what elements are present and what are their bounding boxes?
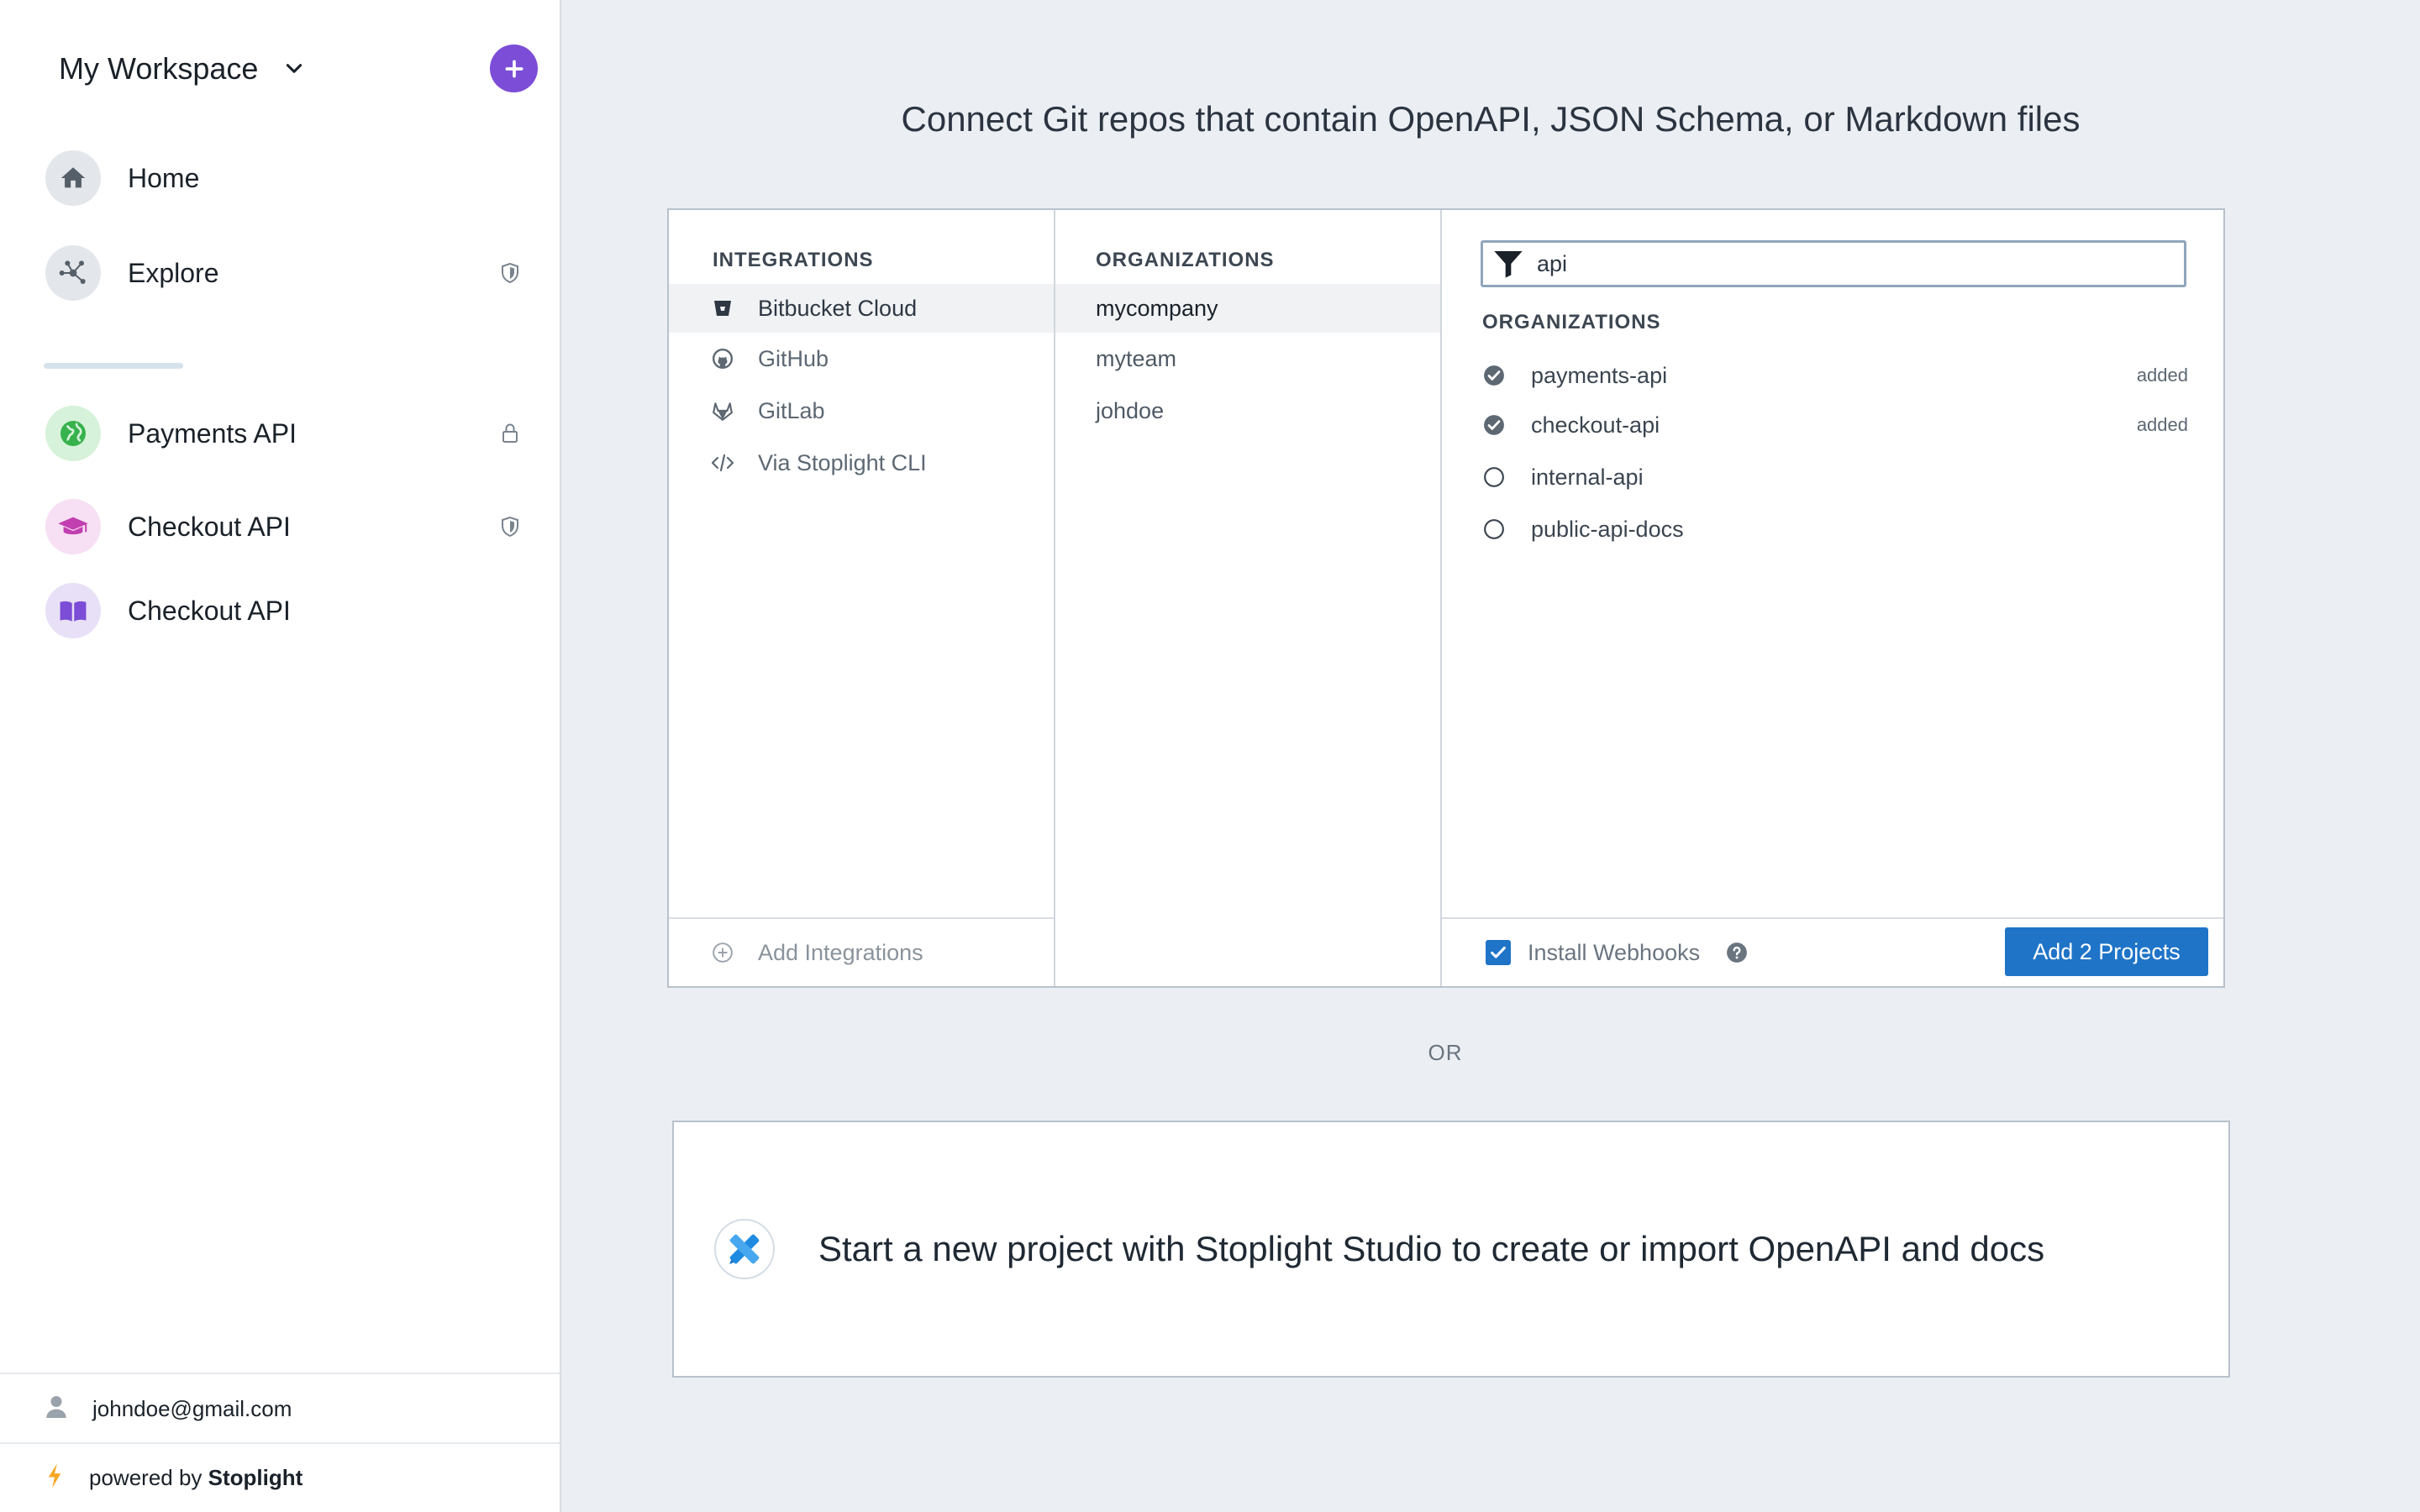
integrations-column: INTEGRATIONS Bitbucket Cloud GitHub GitL… bbox=[669, 210, 1055, 986]
repo-name: payments-api bbox=[1531, 362, 1668, 388]
section-divider bbox=[44, 363, 183, 369]
empty-circle-icon[interactable] bbox=[1482, 517, 1506, 541]
organizations-column: ORGANIZATIONS mycompany myteam johdoe bbox=[1055, 210, 1442, 986]
install-webhooks-checkbox[interactable] bbox=[1486, 940, 1511, 965]
organizations-heading: ORGANIZATIONS bbox=[1096, 249, 1275, 271]
add-integrations-label: Add Integrations bbox=[758, 939, 923, 965]
page-title: Connect Git repos that contain OpenAPI, … bbox=[901, 99, 2081, 139]
lock-icon bbox=[497, 421, 523, 446]
workspace-switcher[interactable]: My Workspace bbox=[59, 47, 307, 91]
chevron-down-icon bbox=[281, 56, 307, 81]
repo-name: internal-api bbox=[1531, 464, 1644, 490]
integration-stoplight-cli[interactable]: Via Stoplight CLI bbox=[669, 438, 1054, 487]
user-icon bbox=[45, 1394, 67, 1424]
book-icon bbox=[45, 583, 101, 638]
repo-status: added bbox=[2136, 414, 2188, 435]
graduation-cap-icon bbox=[45, 499, 101, 554]
bitbucket-icon bbox=[711, 297, 734, 320]
powered-by-prefix: powered by bbox=[89, 1465, 203, 1490]
repos-footer: Install Webhooks Add 2 Projects bbox=[1442, 917, 2223, 986]
help-icon[interactable] bbox=[1725, 941, 1749, 964]
add-projects-button[interactable]: Add 2 Projects bbox=[2005, 927, 2208, 976]
repo-name: public-api-docs bbox=[1531, 516, 1684, 542]
sidebar-item-explore[interactable]: Explore bbox=[45, 244, 541, 302]
repo-item-internal-api[interactable]: internal-api bbox=[1482, 456, 2188, 498]
organization-label: myteam bbox=[1096, 345, 1177, 371]
repo-item-checkout-api[interactable]: checkout-api added bbox=[1482, 404, 2188, 446]
powered-by-brand: Stoplight bbox=[208, 1465, 303, 1490]
sidebar-item-label: Checkout API bbox=[128, 595, 291, 626]
add-integrations-button[interactable]: Add Integrations bbox=[669, 917, 1054, 986]
repo-filter[interactable] bbox=[1481, 240, 2186, 287]
organization-item[interactable]: mycompany bbox=[1055, 284, 1440, 333]
repo-name: checkout-api bbox=[1531, 412, 1660, 438]
plus-circle-icon bbox=[711, 941, 734, 964]
sidebar-item-label: Payments API bbox=[128, 417, 297, 449]
powered-by-link[interactable]: powered by Stoplight bbox=[0, 1442, 560, 1512]
organization-label: johdoe bbox=[1096, 397, 1165, 423]
organization-item[interactable]: myteam bbox=[1055, 334, 1440, 383]
repo-status: added bbox=[2136, 365, 2188, 386]
install-webhooks-label: Install Webhooks bbox=[1528, 939, 1701, 965]
sidebar: My Workspace Home Explore Payments API C… bbox=[0, 0, 561, 1512]
workspace-title: My Workspace bbox=[59, 51, 259, 86]
sidebar-item-checkout-api-docs[interactable]: Checkout API bbox=[45, 581, 541, 640]
add-project-button[interactable] bbox=[490, 45, 538, 92]
lightning-icon bbox=[45, 1462, 64, 1494]
shield-icon bbox=[497, 514, 523, 539]
sidebar-item-checkout-api[interactable]: Checkout API bbox=[45, 497, 541, 556]
user-email: johndoe@gmail.com bbox=[92, 1395, 292, 1421]
network-icon bbox=[45, 245, 101, 301]
sidebar-item-label: Checkout API bbox=[128, 511, 291, 542]
integration-github[interactable]: GitHub bbox=[669, 334, 1054, 383]
filter-icon bbox=[1490, 245, 1527, 282]
repos-column: ORGANIZATIONS payments-api added checkou… bbox=[1442, 210, 2223, 986]
or-separator: OR bbox=[1428, 1040, 1463, 1065]
repo-filter-input[interactable] bbox=[1537, 250, 2175, 277]
integration-label: Via Stoplight CLI bbox=[758, 449, 927, 475]
sidebar-item-home[interactable]: Home bbox=[45, 149, 541, 207]
repos-heading: ORGANIZATIONS bbox=[1482, 311, 1661, 333]
integration-label: GitLab bbox=[758, 397, 825, 423]
gitlab-icon bbox=[711, 399, 734, 423]
home-icon bbox=[45, 150, 101, 206]
powered-by-text: powered by Stoplight bbox=[89, 1465, 302, 1491]
git-connect-panel: INTEGRATIONS Bitbucket Cloud GitHub GitL… bbox=[667, 208, 2225, 988]
github-icon bbox=[711, 347, 734, 370]
integration-label: GitHub bbox=[758, 345, 829, 371]
user-account[interactable]: johndoe@gmail.com bbox=[0, 1373, 560, 1443]
shield-icon bbox=[497, 260, 523, 286]
repo-item-public-api-docs[interactable]: public-api-docs bbox=[1482, 508, 2188, 550]
repo-item-payments-api[interactable]: payments-api added bbox=[1482, 354, 2188, 396]
integration-gitlab[interactable]: GitLab bbox=[669, 386, 1054, 435]
code-icon bbox=[711, 451, 734, 475]
studio-logo-icon bbox=[714, 1219, 775, 1279]
new-project-text: Start a new project with Stoplight Studi… bbox=[818, 1229, 2045, 1268]
sidebar-item-payments-api[interactable]: Payments API bbox=[45, 404, 541, 463]
sidebar-item-label: Home bbox=[128, 162, 200, 193]
checked-circle-icon[interactable] bbox=[1482, 364, 1506, 387]
checked-circle-icon[interactable] bbox=[1482, 413, 1506, 437]
integration-bitbucket[interactable]: Bitbucket Cloud bbox=[669, 284, 1054, 333]
organization-item[interactable]: johdoe bbox=[1055, 386, 1440, 435]
organization-label: mycompany bbox=[1096, 295, 1218, 321]
integrations-heading: INTEGRATIONS bbox=[713, 249, 874, 271]
new-project-card[interactable]: Start a new project with Stoplight Studi… bbox=[672, 1121, 2230, 1378]
empty-circle-icon[interactable] bbox=[1482, 465, 1506, 489]
globe-icon bbox=[45, 406, 101, 461]
sidebar-item-label: Explore bbox=[128, 257, 219, 288]
integration-label: Bitbucket Cloud bbox=[758, 295, 918, 321]
